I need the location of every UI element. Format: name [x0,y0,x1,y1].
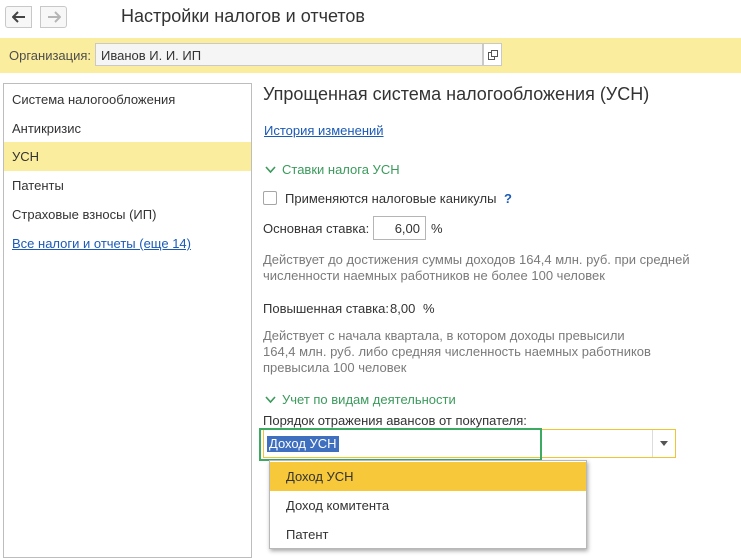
advance-order-value: Доход УСН [267,436,339,452]
org-open-button[interactable] [483,43,502,66]
organization-field[interactable]: Иванов И. И. ИП [95,43,483,66]
organization-bar: Организация: Иванов И. И. ИП [0,38,741,73]
sidebar-item-patents[interactable]: Патенты [4,171,251,200]
sidebar-item-anticrisis[interactable]: Антикризис [4,114,251,143]
arrow-left-icon [11,11,25,23]
high-rate-unit: % [422,301,435,316]
high-rate-note-line2: 164,4 млн. руб. либо средняя численность… [263,344,651,359]
base-rate-unit: % [431,221,443,236]
chevron-down-icon [265,165,276,173]
high-rate-value: 8,00 [390,301,416,316]
page-title: Упрощенная система налогообложения (УСН) [263,84,650,104]
tax-holidays-checkbox[interactable] [263,191,277,205]
dropdown-option-patent[interactable]: Патент [270,520,586,549]
group-rates-title: Ставки налога УСН [282,162,400,177]
advance-order-dropdown-list: Доход УСН Доход комитента Патент [269,460,587,549]
dropdown-button[interactable] [652,430,675,457]
dropdown-option-committent-income[interactable]: Доход комитента [270,491,586,520]
base-rate-note-line2: численности наемных работников не более … [263,268,605,283]
tax-holidays-label: Применяются налоговые каникулы [285,191,497,206]
arrow-right-icon [47,11,61,23]
history-link[interactable]: История изменений [264,123,384,138]
high-rate-note-line3: превысила 100 человек [263,360,407,375]
base-rate-note-line1: Действует до достижения суммы доходов 16… [263,252,690,267]
org-label: Организация: [9,48,92,63]
high-rate-note-line1: Действует с начала квартала, в котором д… [263,328,625,343]
back-button[interactable] [5,6,32,28]
forward-button[interactable] [40,6,67,28]
sidebar-item-all-taxes: Все налоги и отчеты (еще 14) [4,229,251,258]
sidebar-item-insurance[interactable]: Страховые взносы (ИП) [4,200,251,229]
group-activity-title: Учет по видам деятельности [282,392,456,407]
high-rate-label: Повышенная ставка: [263,301,389,316]
base-rate-label: Основная ставка: [263,221,370,236]
sidebar-item-usn[interactable]: УСН [4,142,251,171]
sidebar: Система налогообложения Антикризис УСН П… [3,83,252,558]
base-rate-input[interactable]: 6,00 [373,216,426,240]
group-activity-header[interactable]: Учет по видам деятельности [265,392,456,407]
all-taxes-link[interactable]: Все налоги и отчеты (еще 14) [12,236,191,251]
dropdown-option-usn-income[interactable]: Доход УСН [270,462,586,491]
help-icon[interactable]: ? [504,191,512,206]
sidebar-item-tax-system[interactable]: Система налогообложения [4,85,251,114]
chevron-down-icon [660,441,668,446]
advance-order-select[interactable]: Доход УСН [263,429,676,458]
window-title: Настройки налогов и отчетов [121,6,365,26]
chevron-down-icon [265,395,276,403]
open-form-icon [487,49,498,60]
advance-order-label: Порядок отражения авансов от покупателя: [263,413,527,428]
group-rates-header[interactable]: Ставки налога УСН [265,162,400,177]
